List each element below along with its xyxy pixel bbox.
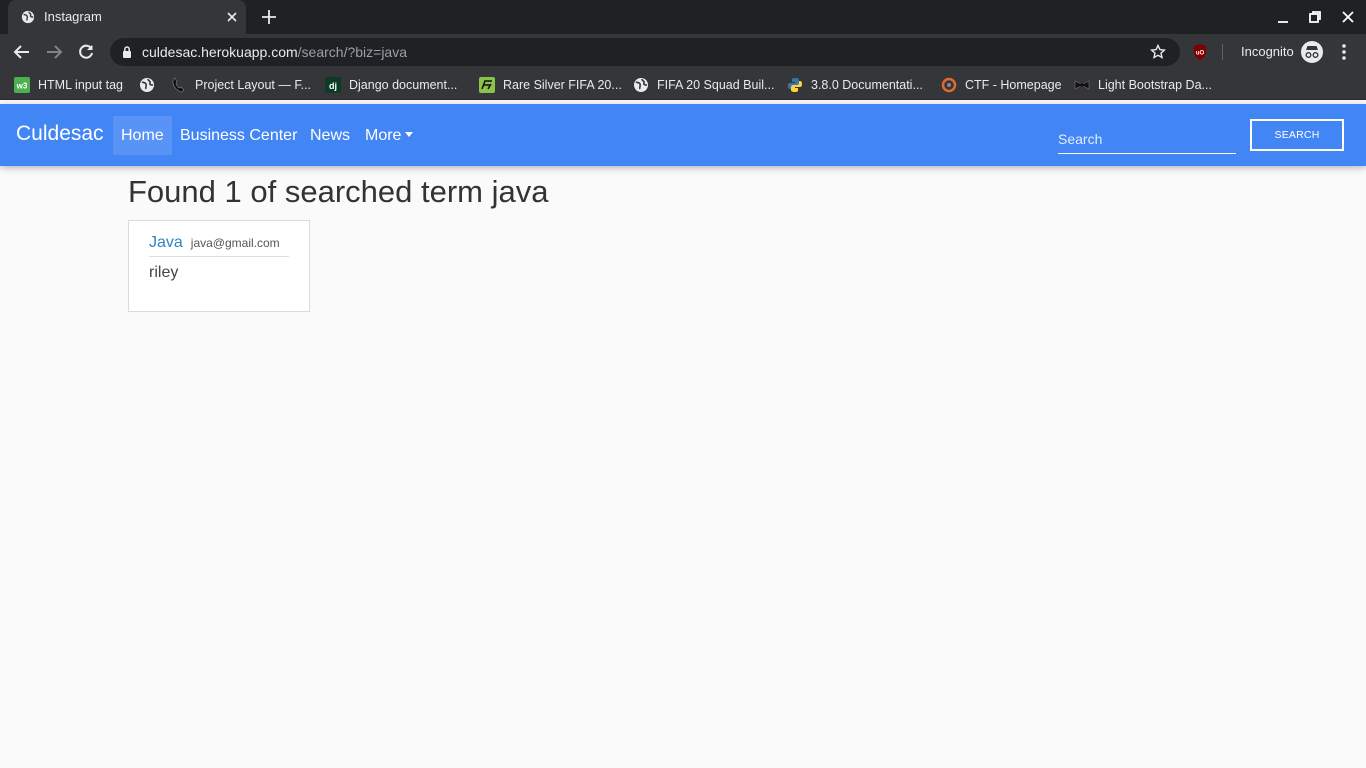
results-heading: Found 1 of searched term java [128,174,549,209]
ctf-icon [941,77,957,93]
svg-text:w3: w3 [16,82,28,91]
bookmark-python-docs[interactable]: 3.8.0 Documentati... [787,76,923,94]
bookmark-html-input-tag[interactable]: w3 HTML input tag [14,76,123,94]
bookmark-label: FIFA 20 Squad Buil... [657,78,775,92]
url-path: /search/?biz=java [297,44,407,60]
bookmark-label: Rare Silver FIFA 20... [503,78,622,92]
svg-text:dj: dj [329,81,337,91]
bookmark-label: Light Bootstrap Da... [1098,78,1212,92]
bookmarks-bar: w3 HTML input tag Project Layout — F... … [0,70,1366,100]
nav-home[interactable]: Home [113,116,172,155]
toolbar-divider [1222,44,1223,60]
lock-icon [123,46,131,58]
ublock-origin-icon[interactable]: uO [1192,43,1208,61]
incognito-icon[interactable] [1301,41,1323,63]
django-icon: dj [325,77,341,93]
caret-down-icon [405,132,414,137]
business-email: java@gmail.com [190,236,280,250]
close-tab-icon[interactable] [224,9,240,25]
python-icon [788,78,802,92]
globe-icon [634,78,648,92]
bookmark-project-layout[interactable]: Project Layout — F... [171,76,311,94]
navbar-brand[interactable]: Culdesac [16,122,104,146]
bookmark-label: 3.8.0 Documentati... [811,78,923,92]
bookmark-rare-silver-fifa[interactable]: Rare Silver FIFA 20... [479,76,622,94]
bookmark-label: Django document... [349,78,458,92]
url-text: culdesac.herokuapp.com/search/?biz=java [142,44,407,60]
futbin-icon [479,77,495,93]
nav-news[interactable]: News [302,116,358,155]
search-button[interactable]: SEARCH [1250,119,1344,151]
minimize-icon[interactable] [1275,9,1291,25]
nav-business-center[interactable]: Business Center [172,116,305,155]
page-content: Culdesac Home Business Center News More … [0,104,1366,768]
nav-more-dropdown[interactable]: More [357,116,421,155]
bowtie-icon [1074,80,1090,90]
forward-arrow-icon[interactable] [44,42,64,62]
bookmark-fifa-squad-builder[interactable]: FIFA 20 Squad Buil... [633,76,774,94]
globe-icon [21,10,35,24]
menu-dots-icon[interactable] [1336,43,1352,61]
bookmark-label: HTML input tag [38,78,123,92]
site-navbar: Culdesac Home Business Center News More … [0,104,1366,166]
bookmark-label: CTF - Homepage [965,78,1062,92]
browser-tab[interactable]: Instagram [8,0,246,34]
bookmark-star-icon[interactable] [1150,44,1166,60]
back-arrow-icon[interactable] [12,42,32,62]
result-card: Java java@gmail.com riley [128,220,310,312]
w3schools-icon: w3 [14,77,30,93]
svg-text:uO: uO [1196,51,1205,57]
address-bar[interactable]: culdesac.herokuapp.com/search/?biz=java [110,38,1180,66]
close-window-icon[interactable] [1340,9,1356,25]
reload-icon[interactable] [76,42,96,62]
business-name-link[interactable]: Java [149,234,183,251]
browser-tabstrip: Instagram [0,0,1366,34]
restore-icon[interactable] [1307,9,1323,25]
bookmark-light-bootstrap[interactable]: Light Bootstrap Da... [1074,76,1212,94]
business-owner: riley [149,264,179,281]
nav-more-label: More [365,127,402,144]
incognito-label: Incognito [1241,44,1294,59]
url-host: culdesac.herokuapp.com [142,44,298,60]
tab-title: Instagram [44,9,102,24]
bookmark-label: Project Layout — F... [195,78,312,92]
card-header: Java java@gmail.com [149,234,289,257]
bookmark-django-docs[interactable]: dj Django document... [325,76,457,94]
phone-icon [172,77,185,93]
search-input[interactable] [1058,124,1236,154]
globe-icon [140,78,154,92]
bookmark-ctf-homepage[interactable]: CTF - Homepage [941,76,1062,94]
new-tab-icon[interactable] [260,8,278,26]
bookmark-globe[interactable] [139,76,163,94]
